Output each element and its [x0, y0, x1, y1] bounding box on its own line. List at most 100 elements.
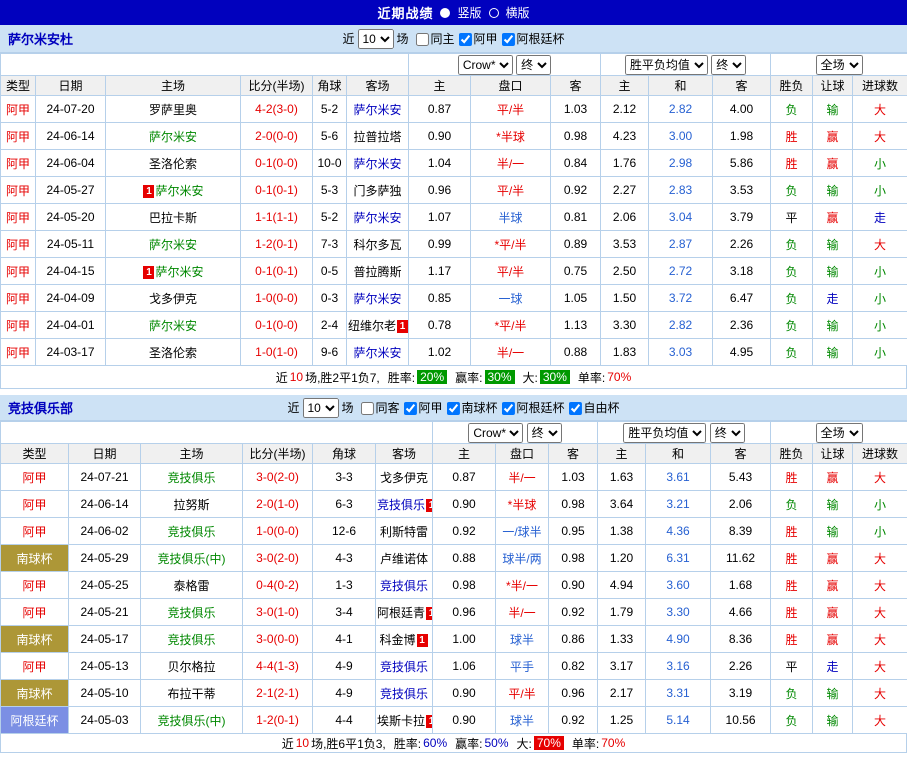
red-card-badge: 1 — [143, 266, 154, 279]
home-team: 泰格雷 — [141, 572, 243, 599]
asian-line: *平/半 — [471, 231, 551, 258]
date-cell: 24-05-17 — [69, 626, 141, 653]
match-row: 阿甲24-06-02竞技俱乐1-0(0-0)12-6利斯特雷0.92一/球半0.… — [1, 518, 907, 545]
scope-select[interactable]: 全场 — [816, 55, 863, 75]
summary-count: 10 — [296, 736, 309, 750]
euro-draw-odds: 2.83 — [649, 177, 713, 204]
filter-阿甲[interactable]: 阿甲 — [403, 401, 442, 415]
asian-home-odds: 0.92 — [433, 518, 496, 545]
col-header-euro-away: 客 — [711, 444, 771, 464]
games-count-select[interactable]: 10 — [302, 398, 338, 418]
odds-stage-select[interactable]: 终 — [527, 423, 562, 443]
layout-horizontal-radio[interactable] — [489, 8, 499, 18]
col-header-corners: 角球 — [313, 444, 376, 464]
away-team: 戈多伊克 — [376, 464, 433, 491]
league-cell: 阿甲 — [1, 339, 36, 366]
euro-stage-select[interactable]: 终 — [711, 55, 746, 75]
euro-avg-select[interactable]: 胜平负均值 — [625, 55, 708, 75]
asian-away-odds: 0.81 — [551, 204, 601, 231]
corners-cell: 5-2 — [313, 96, 347, 123]
asian-away-odds: 1.05 — [551, 285, 601, 312]
away-team: 科尔多瓦 — [347, 231, 409, 258]
stat-label: 大: — [523, 369, 538, 386]
home-team-name: 戈多伊克 — [149, 292, 197, 306]
filter-自由杯[interactable]: 自由杯 — [569, 401, 620, 415]
euro-away-odds: 4.95 — [713, 339, 771, 366]
result-handicap: 赢 — [813, 545, 853, 572]
result-goals: 小 — [853, 150, 907, 177]
filter-阿甲[interactable]: 阿甲 — [459, 32, 498, 46]
home-team: 圣洛伦索 — [106, 150, 241, 177]
asian-odds-controls: Crow* 终 — [409, 54, 601, 76]
filter-checkbox-南球杯[interactable] — [447, 402, 460, 415]
col-header-corners: 角球 — [313, 76, 347, 96]
date-cell: 24-05-21 — [69, 599, 141, 626]
match-row: 南球杯24-05-17竞技俱乐3-0(0-0)4-1科金博11.00球半0.86… — [1, 626, 907, 653]
euro-avg-select[interactable]: 胜平负均值 — [623, 423, 706, 443]
summary-prefix: 近 — [282, 735, 294, 752]
layout-vertical-radio[interactable] — [440, 8, 450, 18]
layout-vertical-label[interactable]: 竖版 — [457, 4, 481, 21]
euro-home-odds: 1.79 — [598, 599, 646, 626]
odds-company-select[interactable]: Crow* — [468, 423, 523, 443]
home-team: 萨尔米安 — [106, 231, 241, 258]
result-goals: 小 — [853, 312, 907, 339]
euro-draw-odds: 2.82 — [649, 312, 713, 339]
corners-cell: 4-9 — [313, 653, 376, 680]
stat-value: 60% — [423, 736, 447, 750]
league-cell: 南球杯 — [1, 545, 69, 572]
corners-cell: 6-3 — [313, 491, 376, 518]
league-cell: 阿甲 — [1, 491, 69, 518]
filter-阿根廷杯[interactable]: 阿根廷杯 — [502, 32, 565, 46]
odds-stage-select[interactable]: 终 — [516, 55, 551, 75]
result-goals: 大 — [853, 123, 907, 150]
score-cell: 0-1(0-0) — [241, 312, 313, 339]
league-cell: 南球杯 — [1, 680, 69, 707]
corners-cell: 3-4 — [313, 599, 376, 626]
euro-draw-odds: 3.16 — [646, 653, 711, 680]
match-row: 阿甲24-05-13贝尔格拉4-4(1-3)4-9竞技俱乐1.06平手0.823… — [1, 653, 907, 680]
result-outcome: 负 — [771, 177, 813, 204]
league-cell: 阿甲 — [1, 572, 69, 599]
filter-checkbox-阿根廷杯[interactable] — [502, 33, 515, 46]
filter-checkbox-阿甲[interactable] — [459, 33, 472, 46]
away-team-name: 普拉腾斯 — [353, 265, 401, 279]
filter-同客[interactable]: 同客 — [360, 401, 399, 415]
away-team: 埃斯卡拉1 — [376, 707, 433, 734]
match-row: 阿甲24-05-271萨尔米安0-1(0-1)5-3门多萨独0.96平/半0.9… — [1, 177, 907, 204]
col-header-asian-away: 客 — [551, 76, 601, 96]
result-goals: 大 — [853, 545, 907, 572]
col-header-asian-line: 盘口 — [496, 444, 549, 464]
filter-checkbox-同主[interactable] — [415, 33, 428, 46]
asian-away-odds: 0.98 — [551, 123, 601, 150]
layout-horizontal-label[interactable]: 横版 — [506, 4, 530, 21]
result-handicap: 赢 — [813, 599, 853, 626]
score-cell: 3-0(0-0) — [243, 626, 313, 653]
euro-stage-select[interactable]: 终 — [710, 423, 745, 443]
result-outcome: 胜 — [771, 518, 813, 545]
asian-home-odds: 0.87 — [409, 96, 471, 123]
filter-checkbox-阿甲[interactable] — [403, 402, 416, 415]
filter-checkbox-同客[interactable] — [360, 402, 373, 415]
matches-table-1: Crow* 终 胜平负均值 终 全场 类型 日期 主场 比分(半场) 角球 客场… — [0, 421, 907, 734]
home-team-name: 萨尔米安 — [149, 319, 197, 333]
filter-checkbox-阿根廷杯[interactable] — [502, 402, 515, 415]
spacer-cell — [1, 422, 433, 444]
result-handicap: 赢 — [813, 572, 853, 599]
filter-checkbox-自由杯[interactable] — [569, 402, 582, 415]
match-row: 阿甲24-05-25泰格雷0-4(0-2)1-3竞技俱乐0.98*半/一0.90… — [1, 572, 907, 599]
asian-line: 平/半 — [471, 258, 551, 285]
euro-home-odds: 1.38 — [598, 518, 646, 545]
col-header-euro-home: 主 — [598, 444, 646, 464]
scope-select[interactable]: 全场 — [816, 423, 863, 443]
score-cell: 0-4(0-2) — [243, 572, 313, 599]
games-count-select[interactable]: 10 — [357, 29, 393, 49]
filter-南球杯[interactable]: 南球杯 — [447, 401, 498, 415]
euro-draw-odds: 2.82 — [649, 96, 713, 123]
odds-company-select[interactable]: Crow* — [458, 55, 513, 75]
away-team-name: 门多萨独 — [353, 184, 401, 198]
result-handicap: 输 — [813, 258, 853, 285]
col-header-away: 客场 — [347, 76, 409, 96]
filter-阿根廷杯[interactable]: 阿根廷杯 — [502, 401, 565, 415]
filter-同主[interactable]: 同主 — [415, 32, 454, 46]
